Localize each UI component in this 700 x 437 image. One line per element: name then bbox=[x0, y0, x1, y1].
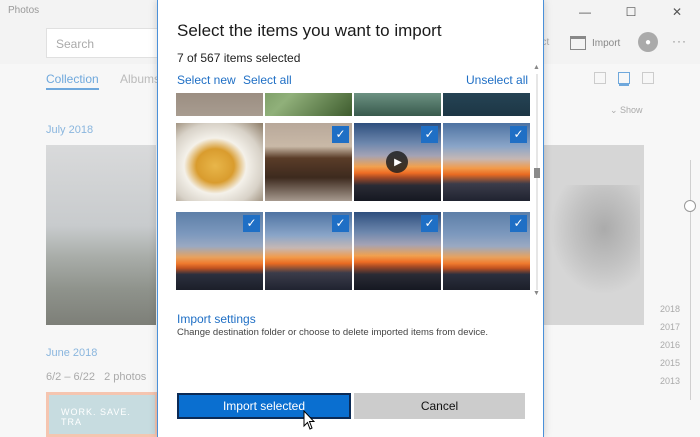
banner-text: WORK. SAVE. TRA bbox=[61, 407, 131, 427]
unselect-all-link[interactable]: Unselect all bbox=[466, 73, 528, 87]
view-size-toggle bbox=[594, 72, 654, 84]
medium-view-icon[interactable] bbox=[618, 72, 630, 84]
select-all-link[interactable]: Select all bbox=[243, 73, 292, 87]
checkmark-icon[interactable]: ✓ bbox=[332, 126, 349, 143]
minimize-button[interactable]: — bbox=[562, 0, 608, 24]
search-input[interactable]: Search bbox=[46, 28, 158, 58]
grid-scrollbar[interactable]: ▲ ▼ bbox=[532, 64, 542, 300]
select-new-link[interactable]: Select new bbox=[177, 73, 236, 87]
maximize-button[interactable]: ☐ bbox=[608, 0, 654, 24]
cancel-button[interactable]: Cancel bbox=[354, 393, 525, 419]
thumbnail[interactable] bbox=[176, 93, 263, 116]
scrollbar-track[interactable] bbox=[536, 74, 538, 290]
photo-image bbox=[176, 93, 263, 116]
thumbnail-selected[interactable]: ✓ bbox=[265, 212, 352, 290]
date-range-text: 6/2 – 6/22 bbox=[46, 371, 95, 383]
thumbnail-selected[interactable]: ✓ bbox=[443, 212, 530, 290]
photo-image bbox=[443, 93, 530, 116]
thumbnail-selected[interactable]: ✓ bbox=[354, 212, 441, 290]
photo-tile[interactable] bbox=[46, 145, 156, 325]
large-view-icon[interactable] bbox=[594, 72, 606, 84]
thumbnail-selected[interactable]: ▶ ✓ bbox=[354, 123, 441, 201]
import-icon bbox=[570, 36, 586, 50]
timeline-years: 2018 2017 2016 2015 2013 bbox=[660, 304, 680, 386]
small-view-icon[interactable] bbox=[642, 72, 654, 84]
branch-shape bbox=[550, 185, 640, 295]
checkmark-icon[interactable]: ✓ bbox=[421, 126, 438, 143]
thumbnail-selected[interactable]: ✓ bbox=[176, 212, 263, 290]
import-settings-link[interactable]: Import settings bbox=[177, 312, 256, 326]
section-heading-june: June 2018 bbox=[46, 347, 98, 359]
more-options-icon[interactable]: ··· bbox=[672, 34, 687, 48]
timeline-knob[interactable] bbox=[684, 200, 696, 212]
photo-image bbox=[265, 93, 352, 116]
close-button[interactable]: ✕ bbox=[654, 0, 700, 24]
selected-count: 7 of 567 items selected bbox=[177, 51, 301, 65]
import-dialog: Select the items you want to import 7 of… bbox=[157, 0, 544, 437]
year-label[interactable]: 2018 bbox=[660, 304, 680, 314]
photo-tile[interactable]: WORK. SAVE. TRA bbox=[46, 392, 158, 437]
checkmark-icon[interactable]: ✓ bbox=[332, 215, 349, 232]
year-label[interactable]: 2016 bbox=[660, 340, 680, 350]
import-button[interactable]: Import bbox=[570, 33, 620, 53]
section-heading-july: July 2018 bbox=[46, 124, 94, 136]
photo-count: 2 photos bbox=[104, 371, 147, 383]
year-label[interactable]: 2015 bbox=[660, 358, 680, 368]
thumbnail-grid[interactable]: ✓ ▶ ✓ ✓ ✓ ✓ ✓ ✓ bbox=[176, 93, 536, 298]
thumbnail-selected[interactable]: ✓ bbox=[443, 123, 530, 201]
checkmark-icon[interactable]: ✓ bbox=[510, 215, 527, 232]
account-avatar-icon[interactable]: ● bbox=[638, 32, 658, 52]
checkmark-icon[interactable]: ✓ bbox=[243, 215, 260, 232]
thumbnail-selected[interactable]: ✓ bbox=[265, 123, 352, 201]
checkmark-icon[interactable]: ✓ bbox=[510, 126, 527, 143]
thumbnail[interactable] bbox=[176, 123, 263, 201]
photo-image bbox=[176, 123, 263, 201]
scrollbar-thumb[interactable] bbox=[534, 168, 540, 178]
thumbnail[interactable] bbox=[265, 93, 352, 116]
timeline-track[interactable] bbox=[690, 160, 691, 400]
dialog-title: Select the items you want to import bbox=[177, 21, 442, 40]
thumbnail[interactable] bbox=[354, 93, 441, 116]
mouse-cursor-icon bbox=[303, 410, 315, 430]
photo-image bbox=[354, 93, 441, 116]
thumbnail[interactable] bbox=[443, 93, 530, 116]
year-label[interactable]: 2017 bbox=[660, 322, 680, 332]
tab-collection[interactable]: Collection bbox=[46, 72, 99, 90]
show-label: Show bbox=[620, 105, 643, 115]
section-date-range: 6/2 – 6/22 2 photos bbox=[46, 371, 146, 383]
scroll-down-icon[interactable]: ▼ bbox=[533, 290, 540, 297]
import-settings-description: Change destination folder or choose to d… bbox=[177, 327, 489, 338]
import-label: Import bbox=[592, 37, 621, 49]
checkmark-icon[interactable]: ✓ bbox=[421, 215, 438, 232]
show-dropdown[interactable]: ⌄ Show bbox=[610, 105, 643, 116]
tab-albums[interactable]: Albums bbox=[120, 72, 160, 86]
app-title: Photos bbox=[8, 5, 40, 16]
year-label[interactable]: 2013 bbox=[660, 376, 680, 386]
scroll-up-icon[interactable]: ▲ bbox=[533, 64, 540, 71]
photo-tile[interactable] bbox=[542, 145, 644, 325]
import-selected-button[interactable]: Import selected bbox=[177, 393, 351, 419]
play-icon: ▶ bbox=[386, 151, 408, 173]
